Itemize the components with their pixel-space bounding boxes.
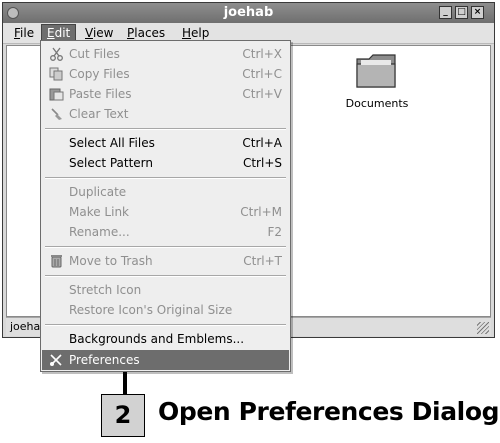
minimize-button[interactable]: _: [439, 6, 452, 19]
menu-separator: [45, 177, 286, 179]
menu-item-label: Copy Files: [69, 67, 130, 81]
preferences-icon: [50, 354, 62, 366]
menu-item-move-to-trash[interactable]: Move to Trash Ctrl+T: [42, 251, 289, 271]
menu-separator: [45, 275, 286, 277]
menu-item-select-all-files[interactable]: Select All Files Ctrl+A: [42, 133, 289, 153]
menu-item-shortcut: Ctrl+S: [242, 156, 282, 170]
menu-separator: [45, 324, 286, 326]
menu-item-label: Stretch Icon: [69, 283, 142, 297]
copy-icon: [49, 67, 63, 81]
menu-file[interactable]: File: [9, 24, 39, 42]
menu-item-shortcut: Ctrl+V: [242, 87, 282, 101]
menu-item-shortcut: Ctrl+M: [240, 205, 282, 219]
menu-item-select-pattern[interactable]: Select Pattern Ctrl+S: [42, 153, 289, 173]
maximize-button[interactable]: □: [455, 6, 468, 19]
menu-item-shortcut: Ctrl+A: [242, 136, 282, 150]
callout-pointer-line: [123, 372, 127, 396]
menu-item-label: Clear Text: [69, 107, 129, 121]
edit-menu: Cut Files Ctrl+X Copy Files Ctrl+C Paste…: [40, 40, 291, 372]
menu-item-backgrounds-emblems[interactable]: Backgrounds and Emblems...: [42, 329, 289, 349]
trash-icon: [51, 255, 62, 268]
menu-item-label: Select Pattern: [69, 156, 154, 170]
resize-grip[interactable]: [477, 322, 489, 334]
menu-item-clear-text[interactable]: Clear Text: [42, 104, 289, 124]
paste-icon: [49, 88, 64, 101]
broom-icon: [51, 108, 62, 120]
menu-item-shortcut: F2: [267, 225, 282, 239]
close-button[interactable]: ×: [471, 6, 484, 19]
menu-item-label: Backgrounds and Emblems...: [69, 332, 245, 346]
menu-item-cut-files[interactable]: Cut Files Ctrl+X: [42, 44, 289, 64]
folder-icon[interactable]: [354, 51, 398, 91]
scissors-icon: [50, 47, 63, 61]
menu-item-preferences[interactable]: Preferences: [42, 350, 289, 370]
menu-item-label: Make Link: [69, 205, 129, 219]
menu-item-label: Paste Files: [69, 87, 132, 101]
menu-item-label: Preferences: [69, 353, 140, 367]
menu-item-label: Move to Trash: [69, 254, 153, 268]
step-number-badge: 2: [101, 394, 145, 437]
menu-item-label: Cut Files: [69, 47, 120, 61]
menu-item-restore-icon-size[interactable]: Restore Icon's Original Size: [42, 300, 289, 320]
menu-item-shortcut: Ctrl+X: [242, 47, 282, 61]
menu-item-label: Duplicate: [69, 185, 127, 199]
menu-item-paste-files[interactable]: Paste Files Ctrl+V: [42, 84, 289, 104]
menu-item-make-link[interactable]: Make Link Ctrl+M: [42, 202, 289, 222]
menu-item-label: Select All Files: [69, 136, 155, 150]
window-title: joehab: [223, 5, 274, 20]
menu-item-label: Rename...: [69, 225, 130, 239]
documents-folder-label[interactable]: Documents: [333, 97, 421, 110]
title-bar[interactable]: joehab _ □ ×: [3, 3, 494, 23]
menu-item-duplicate[interactable]: Duplicate: [42, 182, 289, 202]
menu-item-rename[interactable]: Rename... F2: [42, 222, 289, 242]
step-caption: Open Preferences Dialog: [158, 397, 500, 426]
menu-item-shortcut: Ctrl+T: [243, 254, 282, 268]
menu-item-label: Restore Icon's Original Size: [69, 303, 233, 317]
menu-separator: [45, 128, 286, 130]
menu-item-stretch-icon[interactable]: Stretch Icon: [42, 280, 289, 300]
menu-item-shortcut: Ctrl+C: [242, 67, 282, 81]
menu-item-copy-files[interactable]: Copy Files Ctrl+C: [42, 64, 289, 84]
menu-separator: [45, 246, 286, 248]
